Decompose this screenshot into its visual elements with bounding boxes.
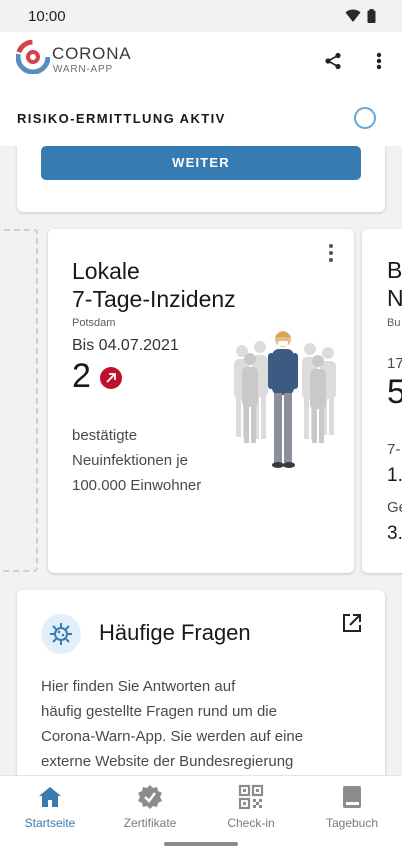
- external-link-icon[interactable]: [341, 612, 363, 634]
- brand-name: CORONA: [52, 44, 132, 63]
- nav-item-tagebuch[interactable]: Tagebuch: [302, 784, 402, 834]
- incidence-title-line-2: 7-Tage-Inzidenz: [72, 286, 236, 312]
- gesture-bar[interactable]: [164, 842, 238, 846]
- status-bar: 10:00: [0, 0, 402, 32]
- incidence-description-line-2: Neuinfektionen je: [72, 452, 188, 469]
- incidence-title: Lokale 7-Tage-Inzidenz: [72, 257, 236, 313]
- corona-warn-app-logo-icon: [16, 40, 50, 74]
- bottom-navigation: Startseite Zertifikate Check-in Tagebuch: [0, 775, 402, 850]
- nav-label-tagebuch: Tagebuch: [325, 816, 379, 830]
- share-icon: [325, 52, 341, 70]
- faq-title: Häufige Fragen: [99, 620, 251, 645]
- nav-item-check-in[interactable]: Check-in: [201, 784, 301, 834]
- book-icon: [343, 786, 361, 808]
- incidence-description-line-3: 100.000 Einwohner: [72, 477, 202, 494]
- battery-icon: [367, 9, 376, 23]
- next-card-value-small: 17: [387, 355, 402, 372]
- nav-item-zertifikate[interactable]: Zertifikate: [100, 784, 200, 834]
- faq-line-3: Corona-Warn-App. Sie werden auf eine: [41, 728, 304, 745]
- next-card-region: Bu: [387, 317, 401, 329]
- app-bar: CORONA WARN-APP: [0, 32, 402, 94]
- brand-subtitle: WARN-APP: [53, 64, 113, 75]
- next-card-value-2: 1.: [387, 465, 402, 486]
- nav-label-check-in: Check-in: [227, 816, 275, 830]
- weiter-button[interactable]: WEITER: [41, 146, 361, 180]
- risk-status-bar: RISIKO-ERMITTLUNG AKTIV: [0, 94, 402, 146]
- incidence-value: 2: [72, 357, 91, 395]
- faq-line-1: Hier finden Sie Antworten auf: [41, 678, 236, 695]
- incidence-description-line-1: bestätigte: [72, 427, 138, 444]
- certificate-icon: [138, 785, 162, 809]
- status-time: 10:00: [28, 8, 66, 25]
- incidence-title-line-1: Lokale: [72, 258, 140, 284]
- next-card-label-3: Ge: [387, 499, 402, 516]
- share-button[interactable]: [320, 48, 346, 74]
- card-menu-button[interactable]: [324, 243, 338, 263]
- faq-line-2: häufig gestellte Fragen rund um die: [41, 703, 277, 720]
- virus-icon: [41, 614, 81, 654]
- people-illustration-icon: [234, 331, 336, 468]
- next-card-label-2: 7-: [387, 441, 401, 458]
- wifi-icon: [345, 9, 361, 22]
- status-icons: [345, 9, 376, 23]
- incidence-card[interactable]: Lokale 7-Tage-Inzidenz Potsdam Bis 04.07…: [48, 229, 354, 573]
- federal-incidence-card[interactable]: B N Bu 17 5 7- 1. Ge 3.: [362, 229, 402, 573]
- next-card-value-big: 5: [387, 373, 402, 411]
- overflow-menu-button[interactable]: [366, 48, 392, 74]
- progress-spinner-icon: [354, 107, 376, 129]
- risk-status-title: RISIKO-ERMITTLUNG AKTIV: [17, 111, 226, 126]
- trend-up-icon: [100, 367, 122, 389]
- nav-label-startseite: Startseite: [24, 816, 76, 830]
- more-vertical-icon: [376, 52, 382, 70]
- placeholder-card: [0, 229, 38, 572]
- qr-code-icon: [238, 784, 264, 810]
- incidence-description: bestätigte Neuinfektionen je 100.000 Ein…: [72, 423, 242, 498]
- nav-label-zertifikate: Zertifikate: [123, 816, 177, 830]
- incidence-date: Bis 04.07.2021: [72, 337, 179, 354]
- faq-description: Hier finden Sie Antworten auf häufig ges…: [41, 674, 371, 774]
- nav-item-startseite[interactable]: Startseite: [0, 784, 100, 834]
- faq-line-4: externe Website der Bundesregierung: [41, 753, 294, 770]
- next-card-value-3: 3.: [387, 523, 402, 544]
- home-icon: [39, 787, 61, 807]
- next-card-title-line-1: B: [387, 257, 402, 283]
- risk-card: WEITER: [17, 138, 385, 212]
- next-card-title-line-2: N: [387, 285, 402, 311]
- incidence-region: Potsdam: [72, 317, 116, 329]
